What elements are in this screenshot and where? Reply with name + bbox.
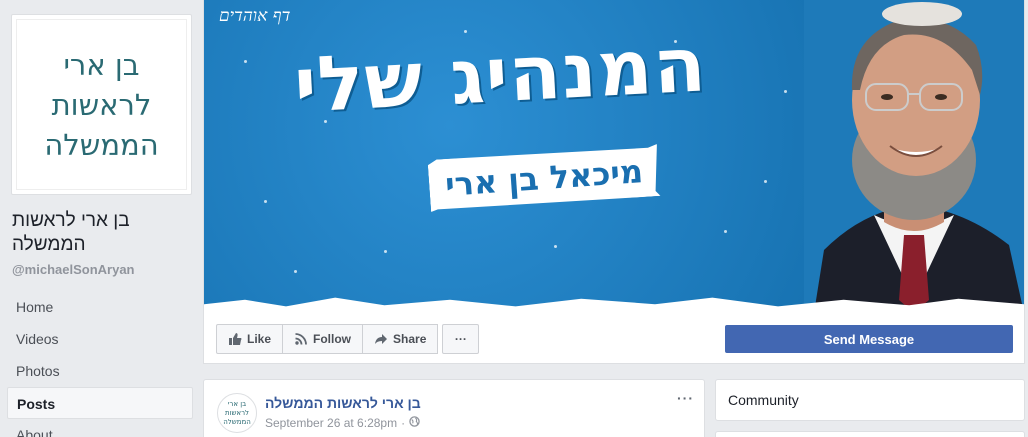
logo-line-1: בן ארי [63,47,140,82]
profile-picture-logo: בן ארי לראשות הממשלה [16,19,187,190]
post-options-button[interactable]: ··· [677,390,694,406]
snow-dot [724,230,727,233]
post-meta: September 26 at 6:28pm · [265,416,420,430]
cover-card: דף אוהדים המנהיג שלי מיכאל בן ארי Like F… [203,0,1025,364]
globe-icon[interactable] [409,416,420,430]
post-author-name[interactable]: בן ארי לראשות הממשלה [265,395,421,411]
community-card: Community [715,379,1025,421]
post-author-avatar[interactable]: בן ארי לראשות הממשלה [217,393,257,433]
snow-dot [784,90,787,93]
community-title[interactable]: Community [728,392,799,408]
page-profile-picture[interactable]: בן ארי לראשות הממשלה [11,14,192,195]
nav-item-about[interactable]: About [7,419,193,437]
page-handle[interactable]: @michaelSonAryan [12,262,135,277]
thumbs-up-icon [228,332,242,346]
page-action-bar: Like Follow Share ··· [216,324,480,354]
share-button[interactable]: Share [362,324,439,354]
snow-dot [244,60,247,63]
nav-item-posts[interactable]: Posts [7,387,193,419]
more-dots-icon: ··· [454,332,467,346]
follow-button[interactable]: Follow [282,324,364,354]
nav-item-videos[interactable]: Videos [7,323,193,355]
snow-dot [294,270,297,273]
post-card: בן ארי לראשות הממשלה בן ארי לראשות הממשל… [203,379,705,437]
share-label: Share [393,332,427,346]
logo-line-3: הממשלה [44,127,159,162]
portrait-image [804,0,1024,313]
nav-item-home[interactable]: Home [7,291,193,323]
share-arrow-icon [374,332,388,346]
like-button[interactable]: Like [216,324,284,354]
avatar-line-3: הממשלה [223,417,251,426]
next-card-edge [715,431,1025,437]
nav-item-photos[interactable]: Photos [7,355,193,387]
page-nav: Home Videos Photos Posts About [7,291,193,437]
snow-dot [764,180,767,183]
more-options-button[interactable]: ··· [442,324,480,354]
rss-icon [294,332,308,346]
snow-dot [264,200,267,203]
avatar-line-1: בן ארי [227,399,247,408]
like-label: Like [247,332,272,346]
page-title[interactable]: בן ארי לראשות הממשלה [12,209,197,257]
send-message-button[interactable]: Send Message [725,325,1013,353]
cover-signature: דף אוהדים [219,6,291,26]
post-timestamp[interactable]: September 26 at 6:28pm [265,416,397,430]
logo-line-2: לראשות [51,87,152,122]
follow-label: Follow [313,332,352,346]
snow-dot [554,245,557,248]
meta-separator: · [401,416,406,430]
left-column: בן ארי לראשות הממשלה בן ארי לראשות הממשל… [0,0,200,437]
cover-photo[interactable]: דף אוהדים המנהיג שלי מיכאל בן ארי [204,0,1024,313]
snow-dot [384,250,387,253]
avatar-line-2: לראשות [224,408,250,417]
